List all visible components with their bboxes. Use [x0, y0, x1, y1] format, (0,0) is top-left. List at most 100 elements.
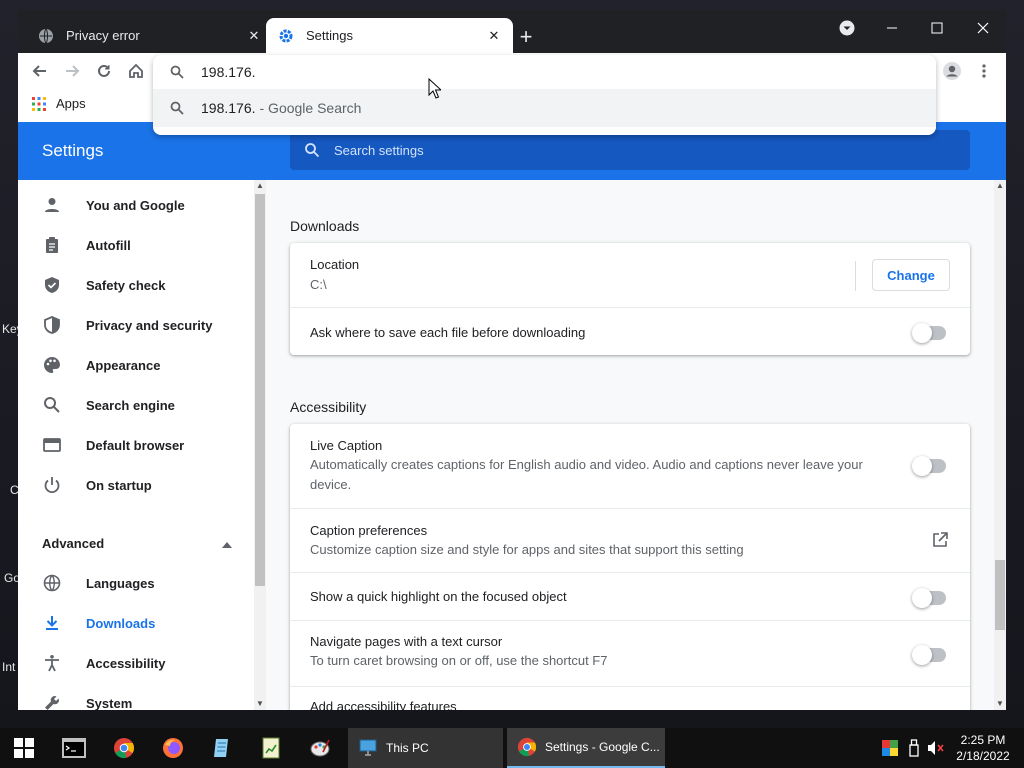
add-features-row[interactable]: Add accessibility features: [290, 686, 970, 710]
main-scrollbar[interactable]: ▲ ▼: [994, 180, 1006, 710]
caret-browsing-row[interactable]: Navigate pages with a text cursor To tur…: [290, 620, 970, 686]
sidebar-item-downloads[interactable]: Downloads: [18, 603, 254, 643]
toggle-knob: [912, 588, 932, 608]
scroll-up-arrow-icon[interactable]: ▲: [994, 180, 1006, 192]
spreadsheet-icon[interactable]: [257, 734, 285, 762]
tab-title: Settings: [306, 28, 353, 43]
scroll-down-arrow-icon[interactable]: ▼: [254, 698, 266, 710]
browser-window: Privacy error ✕ Settings ✕ + Apps 198.17…: [18, 10, 1006, 710]
sidebar-item-privacy-and-security[interactable]: Privacy and security: [18, 305, 254, 345]
menu-kebab-icon[interactable]: [972, 59, 996, 83]
add-features-title: Add accessibility features: [310, 699, 457, 710]
task-label: Settings - Google C...: [545, 740, 660, 754]
advanced-toggle[interactable]: Advanced: [42, 523, 232, 563]
settings-search[interactable]: [290, 130, 970, 170]
new-tab-button[interactable]: +: [514, 26, 538, 50]
ask-where-toggle[interactable]: [912, 323, 946, 343]
sidebar-item-label: Languages: [86, 575, 155, 591]
sidebar-item-you-and-google[interactable]: You and Google: [18, 185, 254, 225]
apps-grid-icon: [32, 96, 46, 111]
sidebar-item-label: Appearance: [86, 357, 161, 373]
search-icon: [153, 101, 201, 115]
live-caption-toggle[interactable]: [912, 456, 946, 476]
scroll-down-arrow-icon[interactable]: ▼: [994, 698, 1006, 710]
sidebar-scrollbar[interactable]: ▲ ▼: [254, 180, 266, 710]
sidebar-item-label: You and Google: [86, 197, 185, 213]
maximize-icon[interactable]: [923, 16, 951, 40]
caption-preferences-title: Caption preferences: [310, 523, 428, 538]
sidebar-item-appearance[interactable]: Appearance: [18, 345, 254, 385]
sidebar-item-on-startup[interactable]: On startup: [18, 465, 254, 505]
computer-icon: [359, 739, 377, 756]
tab-privacy-error[interactable]: Privacy error ✕: [26, 18, 273, 53]
taskbar: This PC Settings - Google C... 2:25 PM 2…: [0, 728, 1024, 768]
sidebar-item-search-engine[interactable]: Search engine: [18, 385, 254, 425]
caret-browsing-toggle[interactable]: [912, 645, 946, 665]
notepad-icon[interactable]: [208, 734, 236, 762]
main-scroll-thumb[interactable]: [995, 560, 1005, 630]
close-tab-icon[interactable]: ✕: [485, 27, 503, 45]
reload-icon[interactable]: [92, 59, 116, 83]
open-external-icon[interactable]: [932, 532, 948, 551]
ask-where-label: Ask where to save each file before downl…: [310, 325, 586, 340]
caption-preferences-row[interactable]: Caption preferences Customize caption si…: [290, 508, 970, 572]
terminal-icon[interactable]: [60, 734, 88, 762]
sidebar-item-safety-check[interactable]: Safety check: [18, 265, 254, 305]
apps-shortcut[interactable]: Apps: [32, 96, 86, 111]
mouse-cursor-icon: [428, 77, 443, 102]
sidebar-item-languages[interactable]: Languages: [18, 563, 254, 603]
close-tab-icon[interactable]: ✕: [245, 27, 263, 45]
gear-icon: [278, 28, 294, 44]
focus-highlight-row[interactable]: Show a quick highlight on the focused ob…: [290, 572, 970, 620]
home-icon[interactable]: [124, 59, 148, 83]
firefox-icon[interactable]: [159, 734, 187, 762]
focus-highlight-toggle[interactable]: [912, 588, 946, 608]
taskbar-task-this-pc[interactable]: This PC: [348, 728, 503, 768]
minimize-icon[interactable]: [878, 16, 906, 40]
sidebar-item-system[interactable]: System: [18, 683, 254, 710]
back-icon[interactable]: [28, 59, 52, 83]
sidebar-item-label: Default browser: [86, 437, 185, 453]
change-location-button[interactable]: Change: [872, 259, 950, 291]
windows-start-icon[interactable]: [10, 734, 38, 762]
sidebar-item-label: Privacy and security: [86, 317, 213, 333]
scroll-up-arrow-icon[interactable]: ▲: [254, 180, 266, 192]
desktop-label: Int: [2, 660, 16, 674]
sidebar-item-default-browser[interactable]: Default browser: [18, 425, 254, 465]
sidebar-item-label: On startup: [86, 477, 152, 493]
caret-browsing-desc: To turn caret browsing on or off, use th…: [310, 653, 608, 668]
sidebar-scroll-thumb[interactable]: [255, 194, 265, 586]
caption-preferences-desc: Customize caption size and style for app…: [310, 542, 744, 557]
apps-label: Apps: [56, 96, 86, 111]
toggle-knob: [912, 456, 932, 476]
omnibox-suggestion[interactable]: 198.176. - Google Search: [153, 89, 936, 127]
omnibox[interactable]: [153, 55, 936, 89]
task-label: This PC: [386, 741, 429, 755]
sidebar-item-label: Search engine: [86, 397, 175, 413]
system-clock[interactable]: 2:25 PM 2/18/2022: [950, 732, 1016, 764]
close-window-icon[interactable]: [969, 16, 997, 40]
address-input[interactable]: [201, 64, 601, 80]
settings-search-input[interactable]: [334, 142, 834, 158]
paint-app-icon[interactable]: [306, 734, 334, 762]
volume-muted-icon[interactable]: [922, 734, 950, 762]
globe-icon: [38, 28, 54, 44]
ask-where-row[interactable]: Ask where to save each file before downl…: [290, 307, 970, 355]
profile-icon[interactable]: [940, 59, 964, 83]
tab-settings[interactable]: Settings ✕: [266, 18, 513, 53]
advanced-label: Advanced: [42, 535, 105, 551]
chrome-icon[interactable]: [110, 734, 138, 762]
live-caption-row[interactable]: Live Caption Automatically creates capti…: [290, 424, 970, 508]
sidebar-item-label: Safety check: [86, 277, 166, 293]
taskbar-task-chrome-settings[interactable]: Settings - Google C...: [507, 728, 665, 768]
sidebar-item-label: System: [86, 695, 133, 711]
live-caption-desc: Automatically creates captions for Engli…: [310, 457, 863, 492]
forward-icon[interactable]: [60, 59, 84, 83]
sidebar-item-autofill[interactable]: Autofill: [18, 225, 254, 265]
sidebar-item-label: Accessibility: [86, 655, 166, 671]
sidebar-item-label: Autofill: [86, 237, 131, 253]
tab-search-icon[interactable]: [833, 16, 861, 40]
section-title-downloads: Downloads: [290, 218, 360, 234]
sidebar: You and Google Autofill Safety check Pri…: [18, 180, 254, 710]
sidebar-item-accessibility[interactable]: Accessibility: [18, 643, 254, 683]
